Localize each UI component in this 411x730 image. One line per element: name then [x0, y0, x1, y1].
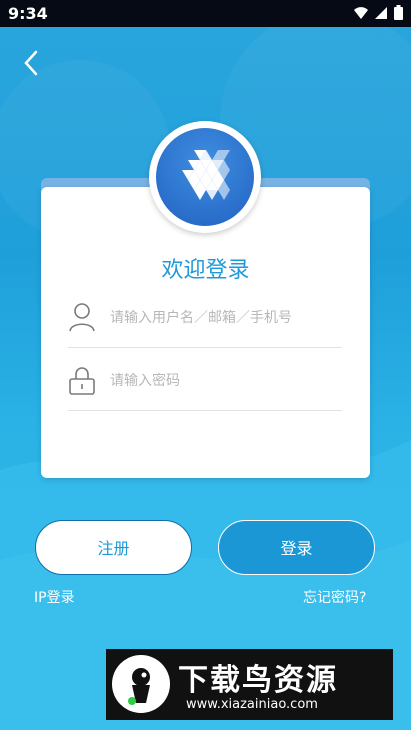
wifi-icon: [375, 6, 387, 19]
username-placeholder: 请输入用户名／邮箱／手机号: [110, 310, 292, 326]
watermark-url: www.xiazainiao.com: [186, 697, 318, 712]
welcome-title: 欢迎登录: [161, 258, 250, 283]
password-placeholder: 请输入密码: [110, 373, 180, 389]
password-field[interactable]: 请输入密码: [68, 350, 342, 411]
app-logo: [156, 128, 254, 226]
triangle-logo-icon: [182, 150, 230, 200]
chevron-left-icon: [24, 50, 38, 76]
status-time: 9:34: [8, 4, 48, 23]
status-bar: 9:34: [0, 0, 411, 27]
forgot-password-link[interactable]: 忘记密码?: [303, 587, 366, 607]
watermark: 下载鸟资源 www.xiazainiao.com: [106, 649, 393, 720]
lock-icon: [69, 367, 95, 395]
login-button[interactable]: 登录: [218, 520, 375, 575]
user-icon: [69, 303, 95, 332]
battery-icon: [394, 5, 403, 20]
bird-logo-icon: [112, 655, 170, 713]
back-button[interactable]: [18, 46, 48, 80]
watermark-title: 下载鸟资源: [178, 663, 338, 698]
register-button[interactable]: 注册: [35, 520, 192, 575]
ip-login-link[interactable]: IP登录: [34, 587, 75, 607]
username-field[interactable]: 请输入用户名／邮箱／手机号: [68, 287, 342, 348]
signal-icon: [354, 6, 368, 19]
